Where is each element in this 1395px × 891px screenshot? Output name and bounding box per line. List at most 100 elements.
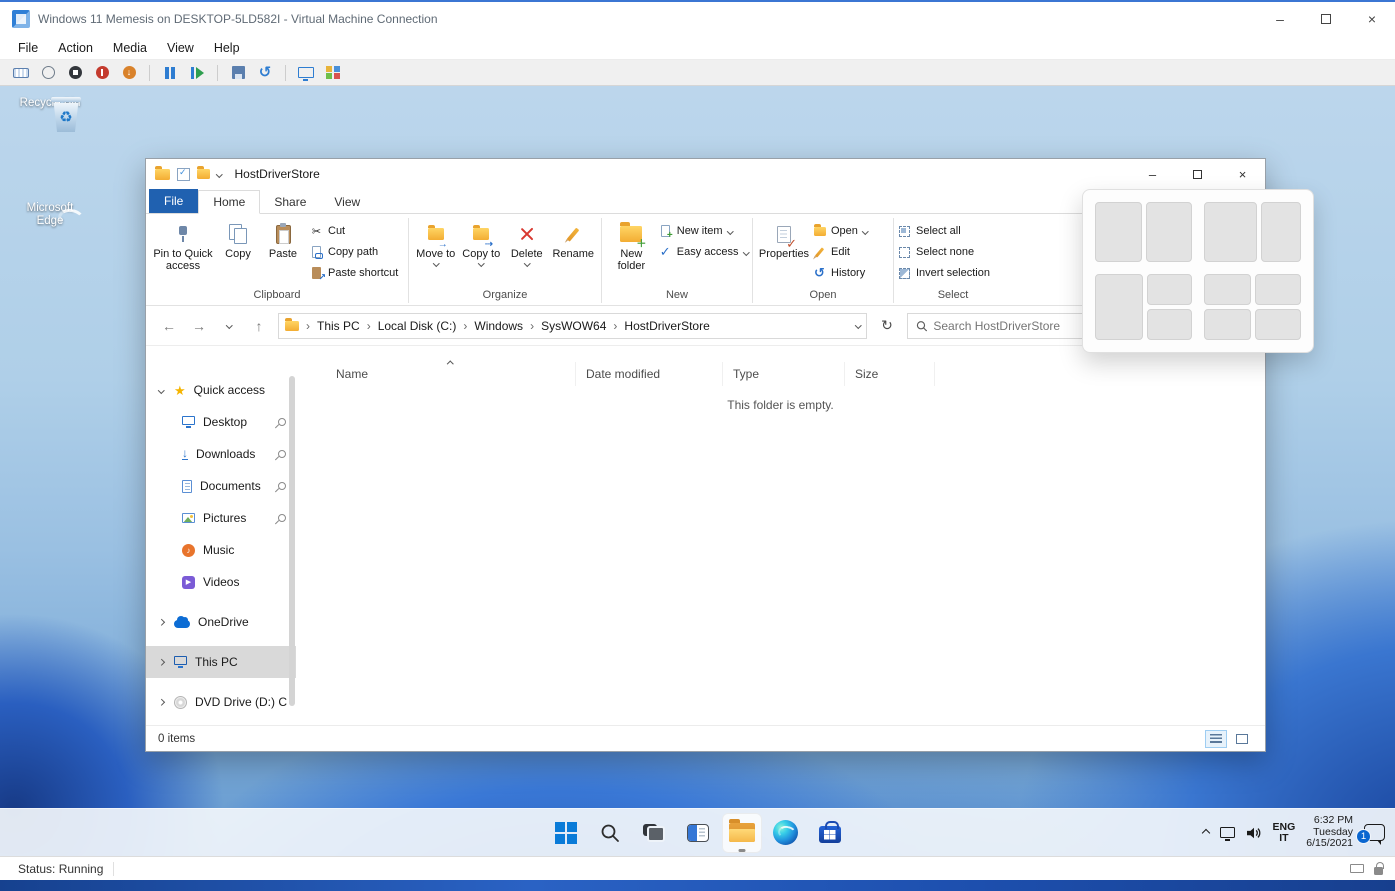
copy-path-button[interactable]: Copy path — [310, 243, 398, 261]
snap-layout-two-equal[interactable] — [1095, 202, 1192, 262]
sidebar-item-this-pc[interactable]: This PC — [146, 646, 296, 678]
sidebar-item-onedrive[interactable]: OneDrive — [146, 606, 296, 638]
sidebar-item-downloads[interactable]: ↓ Downloads — [146, 438, 296, 470]
ctrl-alt-del-icon[interactable] — [12, 64, 30, 82]
sidebar-item-dvd-drive[interactable]: DVD Drive (D:) C — [146, 686, 296, 718]
snap-zone[interactable] — [1204, 202, 1257, 262]
start-button[interactable] — [546, 813, 586, 853]
address-dropdown-chevron[interactable] — [855, 322, 861, 328]
vm-maximize-button[interactable] — [1303, 2, 1349, 36]
desktop-icon-microsoft-edge[interactable]: Microsoft Edge — [12, 199, 88, 228]
qat-customize-chevron-icon[interactable] — [216, 171, 222, 177]
volume-icon[interactable] — [1246, 826, 1262, 840]
expand-chevron-icon[interactable] — [158, 699, 164, 705]
recent-locations-chevron[interactable] — [218, 315, 240, 337]
back-button[interactable]: ← — [158, 315, 180, 337]
breadcrumb-item[interactable]: HostDriverStore — [624, 319, 709, 333]
explorer-minimize-button[interactable]: – — [1130, 159, 1175, 189]
cut-button[interactable]: ✂ Cut — [310, 222, 398, 240]
tab-view[interactable]: View — [320, 191, 374, 213]
revert-icon[interactable]: ↺ — [256, 64, 274, 82]
snap-layout-left-wide[interactable] — [1204, 202, 1301, 262]
nav-scrollbar[interactable] — [289, 376, 295, 706]
large-icons-view-toggle[interactable] — [1231, 730, 1253, 748]
snap-zone[interactable] — [1147, 309, 1193, 340]
move-to-button[interactable]: → Move to — [413, 218, 459, 266]
tab-share[interactable]: Share — [260, 191, 320, 213]
sidebar-item-quick-access[interactable]: ★ Quick access — [146, 374, 296, 406]
breadcrumb-item[interactable]: This PC — [317, 319, 360, 333]
menu-file[interactable]: File — [8, 41, 48, 55]
open-button[interactable]: Open — [813, 222, 867, 240]
up-button[interactable]: ↑ — [248, 315, 270, 337]
new-item-button[interactable]: New item — [659, 222, 748, 240]
task-view-button[interactable] — [634, 813, 674, 853]
breadcrumb-item[interactable]: Local Disk (C:) — [378, 319, 457, 333]
vm-close-button[interactable]: × — [1349, 2, 1395, 36]
column-header-type[interactable]: Type — [723, 362, 845, 386]
forward-button[interactable]: → — [188, 315, 210, 337]
breadcrumb-item[interactable]: SysWOW64 — [541, 319, 606, 333]
column-header-date-modified[interactable]: Date modified — [576, 362, 723, 386]
snap-zone[interactable] — [1095, 274, 1143, 340]
explorer-close-button[interactable]: × — [1220, 159, 1265, 189]
address-box[interactable]: › This PC › Local Disk (C:) › Windows › … — [278, 313, 867, 339]
menu-help[interactable]: Help — [204, 41, 250, 55]
pause-icon[interactable] — [161, 64, 179, 82]
tab-file[interactable]: File — [149, 189, 198, 213]
edge-taskbar-button[interactable] — [766, 813, 806, 853]
invert-selection-button[interactable]: Invert selection — [898, 264, 990, 282]
snap-zone[interactable] — [1204, 274, 1251, 305]
tray-overflow-chevron-icon[interactable] — [1201, 828, 1209, 836]
turn-off-icon[interactable] — [66, 64, 84, 82]
snap-zone[interactable] — [1261, 202, 1301, 262]
file-explorer-taskbar-button[interactable] — [722, 813, 762, 853]
vm-minimize-button[interactable]: – — [1257, 2, 1303, 36]
save-vm-icon[interactable]: ↓ — [120, 64, 138, 82]
snap-zone[interactable] — [1255, 309, 1302, 340]
column-header-size[interactable]: Size — [845, 362, 935, 386]
enhanced-session-icon[interactable] — [297, 64, 315, 82]
sidebar-item-music[interactable]: ♪ Music — [146, 534, 296, 566]
paste-button[interactable]: Paste — [260, 218, 306, 260]
history-button[interactable]: ↺ History — [813, 264, 867, 282]
pin-to-quick-access-button[interactable]: Pin to Quick access — [150, 218, 216, 272]
snap-layout-quad[interactable] — [1204, 274, 1301, 340]
properties-button[interactable]: ✓ Properties — [757, 218, 811, 260]
menu-action[interactable]: Action — [48, 41, 103, 55]
sidebar-item-pictures[interactable]: Pictures — [146, 502, 296, 534]
menu-view[interactable]: View — [157, 41, 204, 55]
desktop-icon-recycle-bin[interactable]: ♻ Recycle Bin — [12, 94, 88, 110]
expand-chevron-icon[interactable] — [158, 387, 164, 393]
easy-access-button[interactable]: ✓ Easy access — [659, 243, 748, 261]
snap-layout-left-plus-stack[interactable] — [1095, 274, 1192, 340]
paste-shortcut-button[interactable]: Paste shortcut — [310, 264, 398, 282]
snap-zone[interactable] — [1204, 309, 1251, 340]
select-all-button[interactable]: Select all — [898, 222, 990, 240]
select-none-button[interactable]: Select none — [898, 243, 990, 261]
expand-chevron-icon[interactable] — [158, 619, 164, 625]
start-vm-icon[interactable] — [39, 64, 57, 82]
qat-new-folder-icon[interactable] — [197, 169, 210, 179]
sidebar-item-documents[interactable]: Documents — [146, 470, 296, 502]
breadcrumb-item[interactable]: Windows — [474, 319, 523, 333]
expand-chevron-icon[interactable] — [158, 659, 164, 665]
new-folder-button[interactable]: ＋ New folder — [606, 218, 657, 272]
snap-zone[interactable] — [1255, 274, 1302, 305]
checkpoint-icon[interactable] — [229, 64, 247, 82]
menu-media[interactable]: Media — [103, 41, 157, 55]
details-view-toggle[interactable] — [1205, 730, 1227, 748]
clock[interactable]: 6:32 PM Tuesday 6/15/2021 — [1306, 815, 1353, 850]
sidebar-item-desktop[interactable]: Desktop — [146, 406, 296, 438]
network-icon[interactable] — [1220, 827, 1235, 838]
widgets-button[interactable] — [678, 813, 718, 853]
qat-properties-icon[interactable] — [177, 168, 190, 181]
microsoft-store-taskbar-button[interactable] — [810, 813, 850, 853]
tab-home[interactable]: Home — [198, 190, 260, 214]
explorer-maximize-button[interactable] — [1175, 159, 1220, 189]
edit-button[interactable]: Edit — [813, 243, 867, 261]
delete-button[interactable]: Delete — [504, 218, 550, 266]
snap-zone[interactable] — [1147, 274, 1193, 305]
refresh-button[interactable]: ↻ — [875, 313, 899, 339]
shut-down-icon[interactable] — [93, 64, 111, 82]
